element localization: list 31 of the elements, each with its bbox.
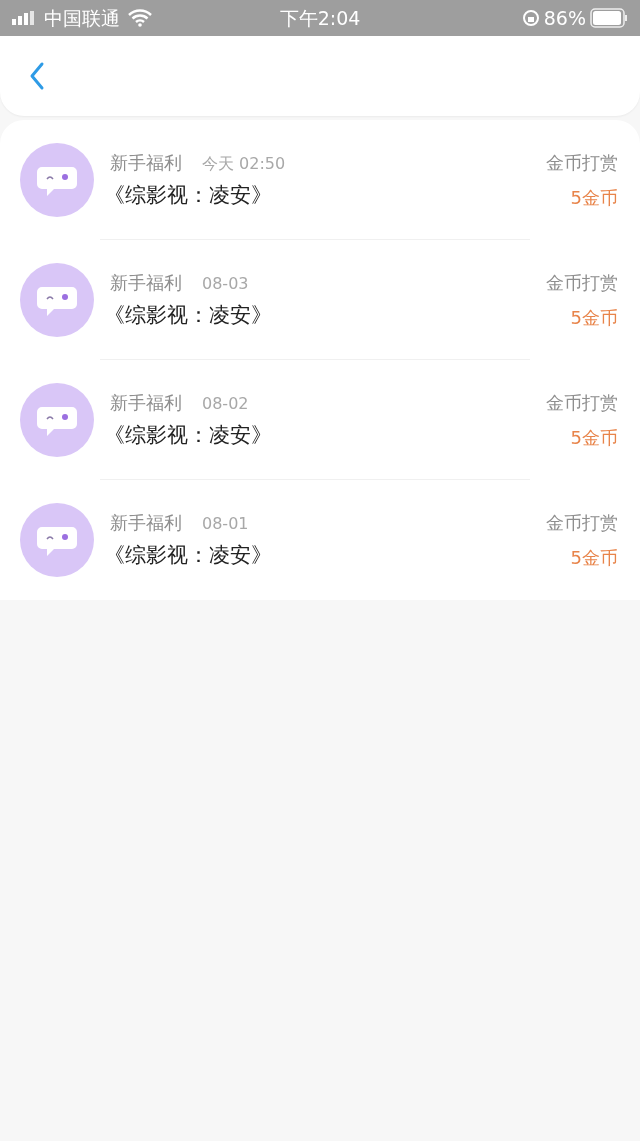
rotation-lock-icon	[521, 9, 540, 27]
signal-icon	[12, 11, 36, 25]
battery-percent: 86%	[543, 5, 586, 31]
carrier-name: 中国联通	[44, 5, 120, 31]
source-label: 新手福利	[110, 510, 182, 535]
source-label: 新手福利	[110, 150, 182, 175]
coin-amount: 5金币	[570, 426, 618, 450]
record-date: 08-03	[202, 272, 249, 295]
reward-type: 金币打赏	[546, 391, 618, 415]
chat-bubble-avatar-icon	[20, 383, 94, 457]
wifi-icon	[128, 9, 152, 27]
chat-bubble-avatar-icon	[20, 263, 94, 337]
book-title: 《综影视：凌安》	[104, 181, 273, 209]
coin-amount: 5金币	[570, 546, 618, 570]
book-title: 《综影视：凌安》	[104, 301, 273, 329]
record-date: 08-02	[202, 392, 249, 415]
reward-type: 金币打赏	[546, 511, 618, 535]
clock-time: 下午2:04	[278, 5, 362, 31]
reward-type: 金币打赏	[546, 271, 618, 295]
book-title: 《综影视：凌安》	[104, 541, 273, 569]
chat-bubble-avatar-icon	[20, 143, 94, 217]
coin-amount: 5金币	[570, 186, 618, 210]
book-title: 《综影视：凌安》	[104, 421, 273, 449]
source-label: 新手福利	[110, 390, 182, 415]
source-label: 新手福利	[110, 270, 182, 295]
record-date: 08-01	[202, 512, 249, 535]
chat-bubble-avatar-icon	[20, 503, 94, 577]
coin-amount: 5金币	[570, 306, 618, 330]
battery-icon	[590, 8, 628, 28]
reward-type: 金币打赏	[546, 151, 618, 175]
record-date: 今天 02:50	[202, 152, 286, 175]
